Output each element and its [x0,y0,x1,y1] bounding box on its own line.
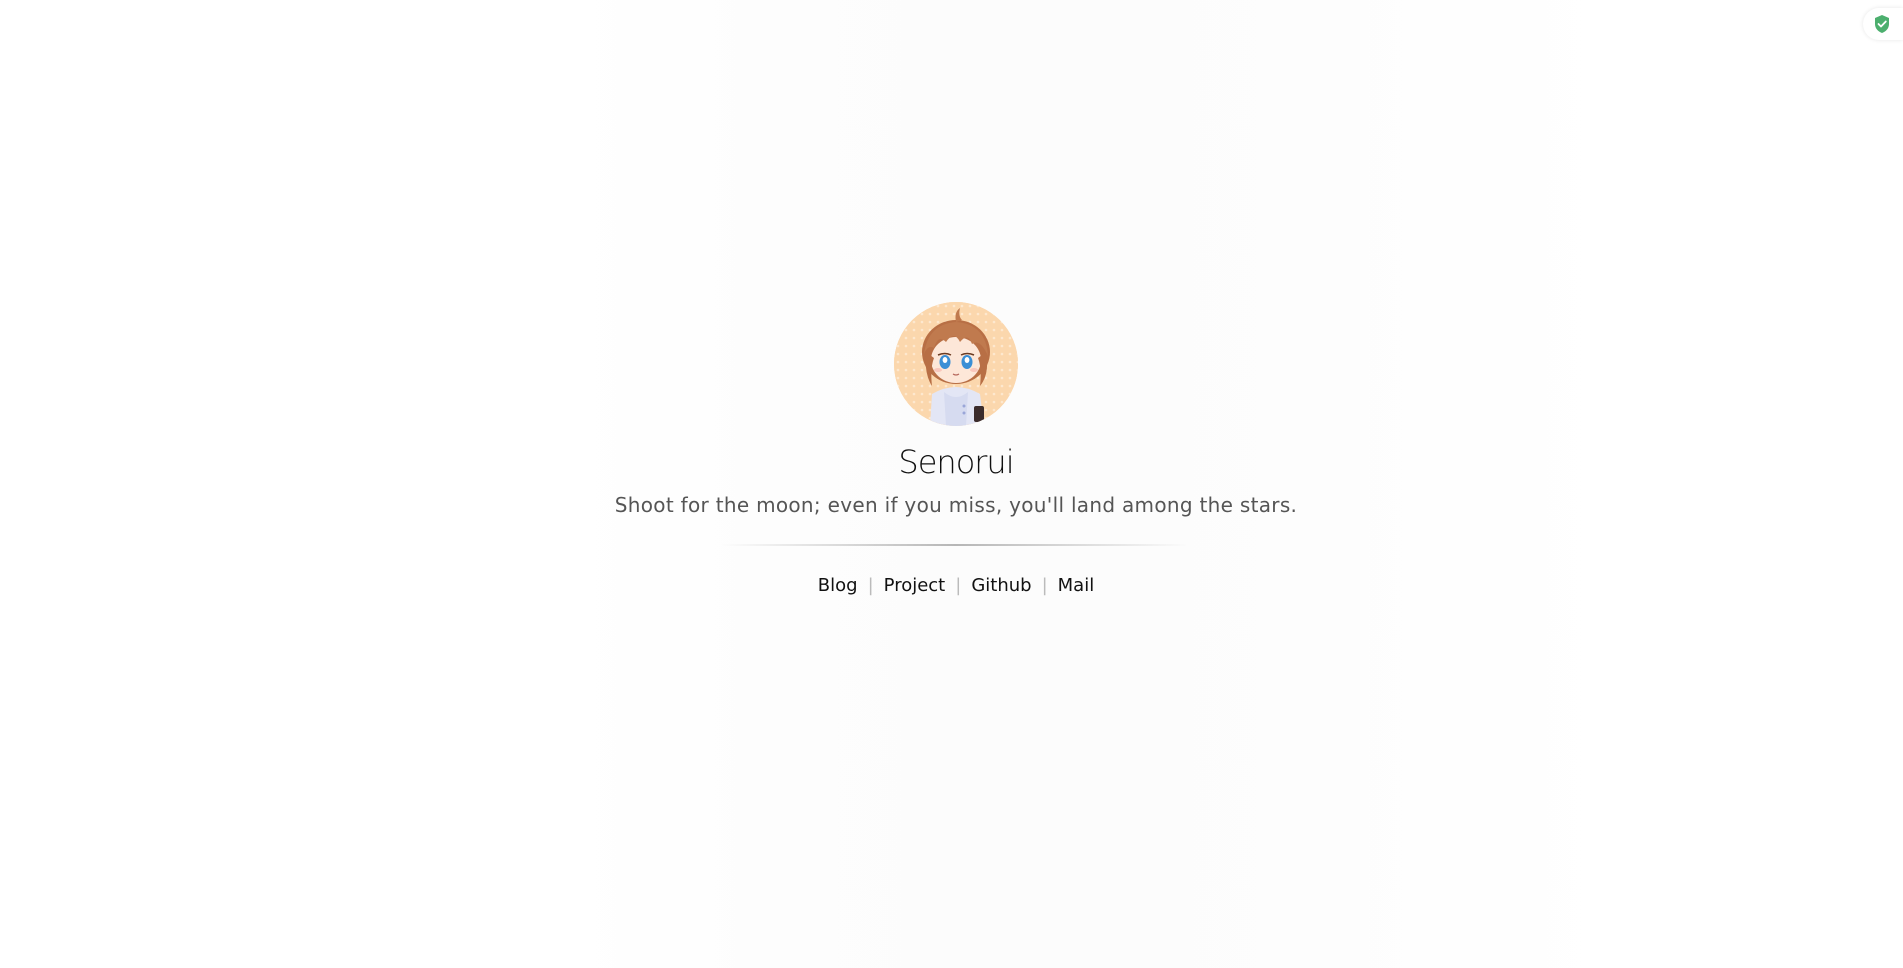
link-blog[interactable]: Blog [818,574,858,598]
link-separator: | [955,575,962,596]
profile-name: Senorui [898,443,1014,481]
divider [721,544,1191,546]
page: Senorui Shoot for the moon; even if you … [0,0,1903,968]
shield-check-icon [1875,15,1889,33]
avatar [894,302,1018,426]
link-mail[interactable]: Mail [1058,574,1095,598]
link-separator: | [1041,575,1048,596]
profile-links: Blog | Project | Github | Mail [818,574,1094,598]
profile-card: Senorui Shoot for the moon; even if you … [0,302,1903,598]
profile-motto: Shoot for the moon; even if you miss, yo… [614,493,1298,517]
link-separator: | [867,575,874,596]
avatar-illustration [894,302,1018,426]
link-github[interactable]: Github [971,574,1031,598]
link-project[interactable]: Project [884,574,946,598]
extension-badge[interactable] [1863,8,1903,40]
